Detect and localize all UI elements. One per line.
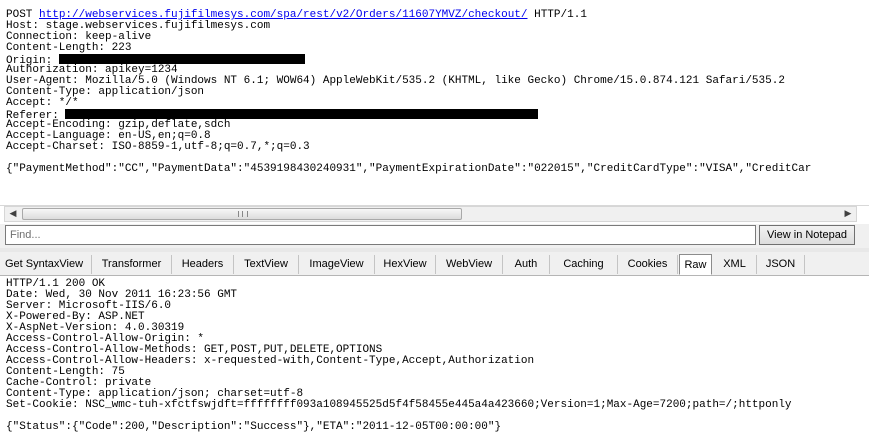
request-pane[interactable]: POST http://webservices.fujifilmesys.com… <box>0 0 869 206</box>
find-bar: View in Notepad <box>0 224 869 248</box>
header-content-type: Content-Type: application/json <box>6 86 205 98</box>
request-protocol: HTTP/1.1 <box>534 9 587 21</box>
tab-raw[interactable]: Raw <box>679 254 712 275</box>
view-in-notepad-button[interactable]: View in Notepad <box>759 225 855 245</box>
tab-cookies[interactable]: Cookies <box>618 255 678 274</box>
tab-transformer[interactable]: Transformer <box>92 255 172 274</box>
redacted-referer <box>65 109 539 119</box>
response-body: {"Status":{"Code":200,"Description":"Suc… <box>6 421 502 433</box>
request-raw-text[interactable]: POST http://webservices.fujifilmesys.com… <box>6 10 811 175</box>
tab-hexview[interactable]: HexView <box>375 255 436 274</box>
request-horizontal-scrollbar[interactable]: ◀ ▶ <box>4 206 857 222</box>
find-input[interactable] <box>5 225 756 245</box>
header-accept: Accept: */* <box>6 97 79 109</box>
response-inspector-tabs: Get SyntaxView Transformer Headers TextV… <box>0 252 869 276</box>
grip-icon <box>238 211 248 217</box>
response-raw-text[interactable]: HTTP/1.1 200 OK Date: Wed, 30 Nov 2011 16… <box>6 279 792 433</box>
request-body: {"PaymentMethod":"CC","PaymentData":"453… <box>6 163 812 175</box>
redacted-origin <box>58 54 305 64</box>
scroll-right-icon[interactable]: ▶ <box>840 207 856 221</box>
tab-imageview[interactable]: ImageView <box>299 255 375 274</box>
header-accept-charset: Accept-Charset: ISO-8859-1,utf-8;q=0.7,*… <box>6 141 310 153</box>
tab-webview[interactable]: WebView <box>436 255 503 274</box>
tab-caching[interactable]: Caching <box>550 255 618 274</box>
header-content-length: Content-Length: 223 <box>6 42 132 54</box>
tab-headers[interactable]: Headers <box>172 255 234 274</box>
tab-get-syntaxview[interactable]: Get SyntaxView <box>0 255 92 274</box>
tab-json[interactable]: JSON <box>757 255 805 274</box>
resp-header-set-cookie: Set-Cookie: NSC_wmc-tuh-xfctfswjdft=ffff… <box>6 399 792 411</box>
tab-xml[interactable]: XML <box>713 255 757 274</box>
tab-auth[interactable]: Auth <box>503 255 550 274</box>
scrollbar-thumb[interactable] <box>22 208 462 220</box>
tab-textview[interactable]: TextView <box>234 255 299 274</box>
scroll-left-icon[interactable]: ◀ <box>5 207 21 221</box>
